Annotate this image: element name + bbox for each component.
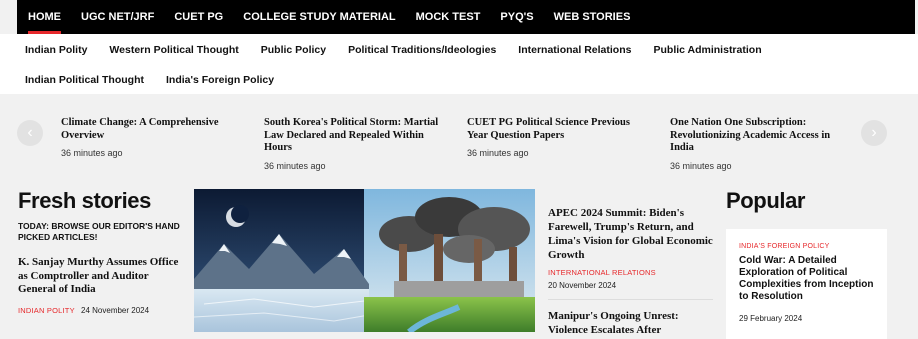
ticker-item[interactable]: Climate Change: A Comprehensive Overview… bbox=[61, 117, 236, 158]
fresh-stories-section: Fresh stories TODAY: BROWSE OUR EDITOR'S… bbox=[18, 188, 188, 315]
article-title[interactable]: APEC 2024 Summit: Biden's Farewell, Trum… bbox=[548, 206, 713, 262]
article-card[interactable]: K. Sanjay Murthy Assumes Office as Compt… bbox=[18, 256, 188, 315]
ticker-item[interactable]: One Nation One Subscription: Revolutioni… bbox=[670, 117, 845, 171]
article-category[interactable]: INTERNATIONAL RELATIONS bbox=[548, 268, 713, 277]
popular-article-card[interactable]: INDIA'S FOREIGN POLICY Cold War: A Detai… bbox=[726, 229, 887, 339]
article-date: 20 November 2024 bbox=[548, 281, 617, 290]
ticker-item[interactable]: South Korea's Political Storm: Martial L… bbox=[264, 117, 439, 171]
subnav-political-traditions[interactable]: Political Traditions/Ideologies bbox=[348, 44, 496, 56]
nav-mock-test[interactable]: MOCK TEST bbox=[416, 0, 481, 34]
subnav-indian-political-thought[interactable]: Indian Political Thought bbox=[25, 74, 144, 86]
article-date: 24 November 2024 bbox=[81, 305, 150, 315]
article-category[interactable]: INDIA'S FOREIGN POLICY bbox=[739, 243, 874, 250]
article-title[interactable]: Manipur's Ongoing Unrest: Violence Escal… bbox=[548, 309, 713, 337]
article-card[interactable]: APEC 2024 Summit: Biden's Farewell, Trum… bbox=[548, 206, 713, 290]
nav-pyqs[interactable]: PYQ'S bbox=[500, 0, 533, 34]
subnav-indian-polity[interactable]: Indian Polity bbox=[25, 44, 87, 56]
subnav-western-political-thought[interactable]: Western Political Thought bbox=[109, 44, 238, 56]
nav-cuet-pg[interactable]: CUET PG bbox=[174, 0, 223, 34]
ticker-item[interactable]: CUET PG Political Science Previous Year … bbox=[467, 117, 642, 158]
featured-article-image[interactable] bbox=[194, 189, 535, 332]
article-title[interactable]: Cold War: A Detailed Exploration of Poli… bbox=[739, 255, 874, 303]
article-category[interactable]: INDIAN POLITY bbox=[18, 306, 75, 315]
popular-heading: Popular bbox=[726, 188, 806, 213]
article-card[interactable]: Manipur's Ongoing Unrest: Violence Escal… bbox=[548, 309, 713, 337]
ticker-item-title[interactable]: South Korea's Political Storm: Martial L… bbox=[264, 117, 439, 155]
subnav-public-policy[interactable]: Public Policy bbox=[261, 44, 326, 56]
nav-home[interactable]: HOME bbox=[28, 0, 61, 34]
nav-ugc-net-jrf[interactable]: UGC NET/JRF bbox=[81, 0, 154, 34]
news-ticker: ‹ Climate Change: A Comprehensive Overvi… bbox=[0, 94, 918, 180]
popular-section: Popular INDIA'S FOREIGN POLICY Cold War:… bbox=[726, 188, 891, 339]
chevron-right-icon: › bbox=[871, 124, 877, 141]
article-title[interactable]: K. Sanjay Murthy Assumes Office as Compt… bbox=[18, 256, 188, 297]
subnav-indias-foreign-policy[interactable]: India's Foreign Policy bbox=[166, 74, 274, 86]
main-navigation: HOME UGC NET/JRF CUET PG COLLEGE STUDY M… bbox=[17, 0, 915, 34]
side-articles: APEC 2024 Summit: Biden's Farewell, Trum… bbox=[548, 206, 713, 337]
subnav-international-relations[interactable]: International Relations bbox=[518, 44, 631, 56]
category-navigation: Indian Polity Western Political Thought … bbox=[0, 34, 918, 94]
ticker-item-title[interactable]: Climate Change: A Comprehensive Overview bbox=[61, 117, 236, 142]
ticker-item-time: 36 minutes ago bbox=[467, 148, 529, 158]
ticker-item-title[interactable]: One Nation One Subscription: Revolutioni… bbox=[670, 117, 845, 155]
nav-web-stories[interactable]: WEB STORIES bbox=[554, 0, 631, 34]
ticker-item-title[interactable]: CUET PG Political Science Previous Year … bbox=[467, 117, 642, 142]
article-date: 29 February 2024 bbox=[739, 314, 803, 323]
chevron-left-icon: ‹ bbox=[27, 124, 33, 141]
ticker-item-time: 36 minutes ago bbox=[264, 160, 326, 171]
fresh-stories-subheading: TODAY: BROWSE OUR EDITOR'S HAND PICKED A… bbox=[18, 221, 180, 242]
subnav-public-administration[interactable]: Public Administration bbox=[653, 44, 761, 56]
ticker-item-time: 36 minutes ago bbox=[61, 148, 123, 158]
ticker-prev-button[interactable]: ‹ bbox=[17, 120, 43, 146]
nav-college-study-material[interactable]: COLLEGE STUDY MATERIAL bbox=[243, 0, 395, 34]
divider bbox=[548, 299, 713, 300]
ticker-item-time: 36 minutes ago bbox=[670, 160, 732, 171]
ticker-next-button[interactable]: › bbox=[861, 120, 887, 146]
fresh-stories-heading: Fresh stories bbox=[18, 188, 151, 213]
climate-illustration bbox=[194, 189, 535, 332]
